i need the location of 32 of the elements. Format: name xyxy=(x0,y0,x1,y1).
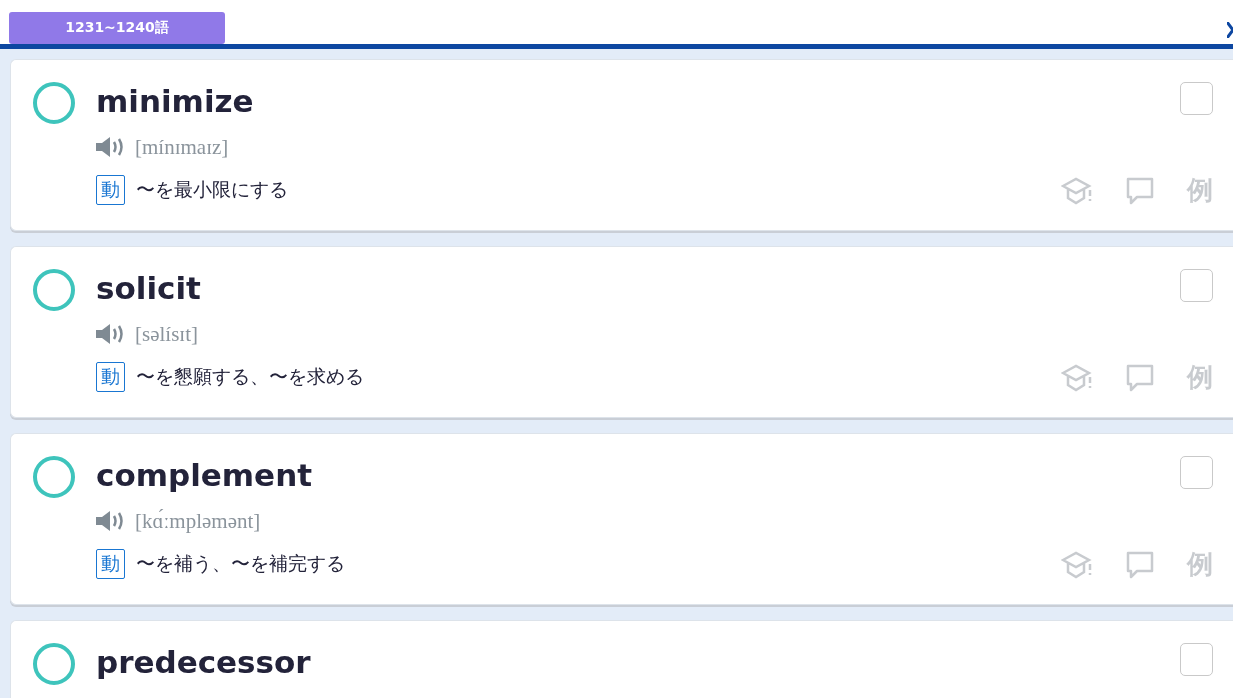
part-of-speech-tag: 動 xyxy=(96,175,125,205)
phonetic: [kɑ́ːmpləmənt] xyxy=(135,508,261,534)
status-circle[interactable] xyxy=(33,456,75,498)
speech-bubble-icon[interactable] xyxy=(1125,549,1155,580)
checkbox[interactable] xyxy=(1180,643,1213,676)
checkbox[interactable] xyxy=(1180,456,1213,489)
part-of-speech-tag: 動 xyxy=(96,549,125,579)
status-circle[interactable] xyxy=(33,269,75,311)
close-icon[interactable] xyxy=(1227,22,1233,38)
status-circle[interactable] xyxy=(33,82,75,124)
graduation-cap-icon[interactable] xyxy=(1061,549,1093,580)
speech-bubble-icon[interactable] xyxy=(1125,362,1155,393)
word: solicit xyxy=(96,269,202,308)
phonetic: [səlísɪt] xyxy=(135,321,198,347)
graduation-cap-icon[interactable] xyxy=(1061,362,1093,393)
graduation-cap-icon[interactable] xyxy=(1061,175,1093,206)
word: complement xyxy=(96,456,314,495)
range-label: 1231~1240語 xyxy=(9,12,225,44)
meaning: 〜を懇願する、〜を求める xyxy=(136,364,364,389)
checkbox[interactable] xyxy=(1180,269,1213,302)
meaning: 〜を最小限にする xyxy=(136,177,288,202)
checkbox[interactable] xyxy=(1180,82,1213,115)
speech-bubble-icon[interactable] xyxy=(1125,175,1155,206)
part-of-speech-tag: 動 xyxy=(96,362,125,392)
speaker-icon[interactable] xyxy=(96,511,125,531)
word: minimize xyxy=(96,82,255,121)
speaker-icon[interactable] xyxy=(96,324,125,344)
word: predecessor xyxy=(96,643,312,682)
status-circle[interactable] xyxy=(33,643,75,685)
meaning: 〜を補う、〜を補完する xyxy=(136,551,345,576)
speaker-icon[interactable] xyxy=(96,137,125,157)
phonetic: [mínɪmaɪz] xyxy=(135,134,229,160)
